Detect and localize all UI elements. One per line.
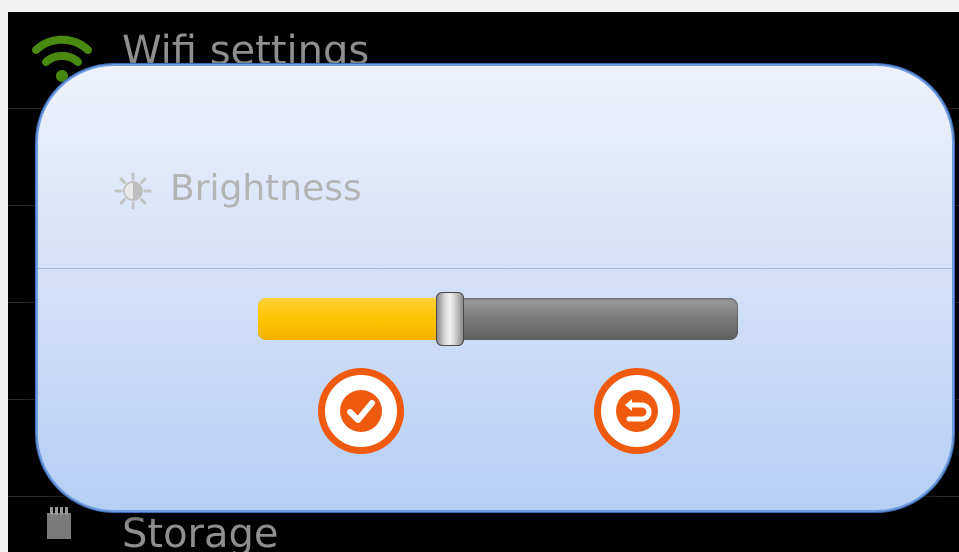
revert-button[interactable] [594,368,680,454]
slider-thumb[interactable] [436,292,464,346]
brightness-icon [114,172,152,210]
checkmark-icon [340,390,382,432]
undo-icon [616,390,658,432]
dialog-header: Brightness [38,66,952,269]
brightness-dialog: Brightness [36,64,954,512]
brightness-slider[interactable] [258,298,738,340]
ok-button[interactable] [318,368,404,454]
storage-icon [47,507,71,539]
dialog-title: Brightness [170,168,362,209]
settings-screen: Wifi settings Storage Brightness [8,12,959,552]
storage-label: Storage [122,511,279,552]
slider-fill [258,298,450,340]
